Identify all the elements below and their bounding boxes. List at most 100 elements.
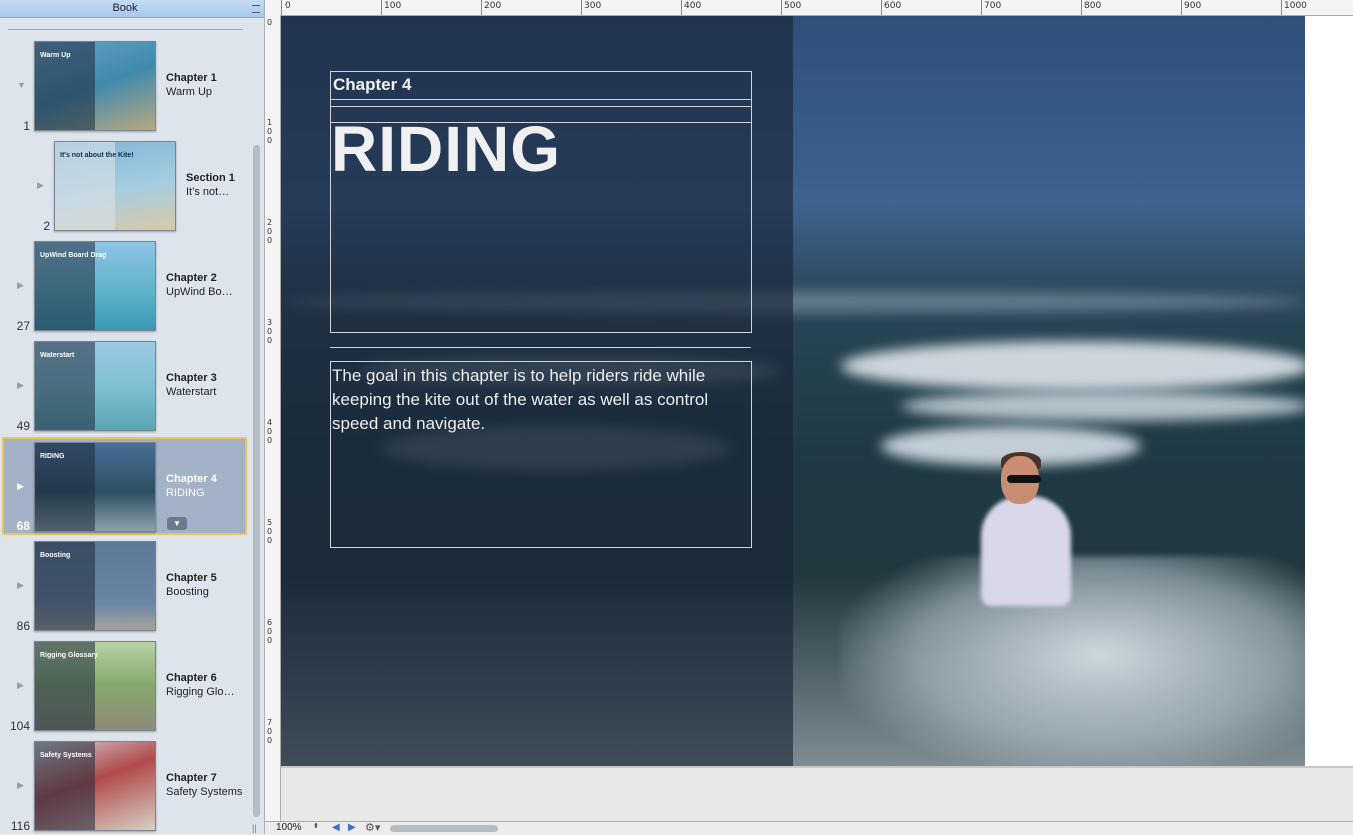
water-spray bbox=[841, 556, 1305, 766]
page-thumbnail[interactable]: Rigging Glossary bbox=[34, 641, 156, 731]
sunglasses bbox=[1007, 475, 1041, 483]
sidebar-header: Book bbox=[0, 0, 264, 18]
ruler-label: 100 bbox=[267, 118, 273, 145]
disclosure-triangle-icon[interactable]: ▶ bbox=[17, 680, 24, 691]
sidebar: Book ▼ 1 Warm Up Chapter 1 Warm Up ▶ 2 I… bbox=[0, 0, 265, 834]
item-label: Chapter 3 bbox=[166, 372, 217, 384]
page-thumbnail[interactable]: Waterstart bbox=[34, 341, 156, 431]
ruler-label: 1000 bbox=[1284, 1, 1307, 11]
item-sublabel: It’s not… bbox=[186, 186, 230, 198]
page-canvas[interactable]: Chapter 4 RIDING The goal in this chapte… bbox=[281, 16, 1353, 766]
previous-page-button[interactable]: ◀ bbox=[332, 822, 340, 833]
page-number: 2 bbox=[43, 219, 50, 233]
item-sublabel: Safety Systems bbox=[166, 786, 243, 798]
disclosure-triangle-icon[interactable]: ▶ bbox=[17, 780, 24, 791]
item-label: Chapter 4 bbox=[166, 473, 217, 485]
ruler-label: 600 bbox=[884, 1, 902, 11]
item-label: Section 1 bbox=[186, 172, 235, 184]
ruler-label: 700 bbox=[984, 1, 1002, 11]
thumbnail-title: Safety Systems bbox=[40, 752, 92, 759]
ruler-label: 500 bbox=[267, 518, 273, 545]
chapter-title[interactable]: RIDING bbox=[331, 112, 561, 186]
background-photo[interactable]: Chapter 4 RIDING The goal in this chapte… bbox=[281, 16, 1305, 766]
item-label: Chapter 5 bbox=[166, 572, 217, 584]
chapter-label[interactable]: Chapter 4 bbox=[333, 75, 411, 95]
thumbnail-title: Waterstart bbox=[40, 352, 75, 359]
sidebar-item-chapter-1[interactable]: ▼ 1 Warm Up Chapter 1 Warm Up bbox=[2, 37, 247, 133]
thumbnail-title: UpWind Board Drag bbox=[40, 252, 107, 259]
disclosure-triangle-icon[interactable]: ▶ bbox=[17, 580, 24, 591]
description-textbox[interactable]: The goal in this chapter is to help ride… bbox=[330, 361, 752, 548]
sidebar-item-chapter-4[interactable]: ▶ 68 RIDING Chapter 4 RIDING ▼ bbox=[2, 437, 247, 535]
item-label: Chapter 7 bbox=[166, 772, 217, 784]
disclosure-triangle-icon[interactable]: ▼ bbox=[17, 80, 26, 90]
page-number: 116 bbox=[10, 819, 30, 833]
zoom-level-select[interactable]: 100% bbox=[276, 822, 302, 833]
ruler-label: 700 bbox=[267, 718, 273, 745]
sidebar-divider bbox=[8, 29, 243, 30]
page-thumbnail[interactable]: UpWind Board Drag bbox=[34, 241, 156, 331]
collapse-icon[interactable] bbox=[252, 5, 260, 13]
ruler-label: 0 bbox=[285, 1, 291, 11]
item-label: Chapter 1 bbox=[166, 72, 217, 84]
item-menu-button[interactable]: ▼ bbox=[167, 517, 187, 530]
thumbnail-title: Warm Up bbox=[40, 52, 71, 59]
page-number: 27 bbox=[16, 319, 30, 333]
next-page-button[interactable]: ▶ bbox=[348, 822, 356, 833]
ruler-label: 100 bbox=[384, 1, 402, 11]
thumbnail-title: Boosting bbox=[40, 552, 71, 559]
page-thumbnail[interactable]: Boosting bbox=[34, 541, 156, 631]
item-sublabel: Warm Up bbox=[166, 86, 213, 98]
page-thumbnail[interactable]: RIDING bbox=[34, 442, 156, 532]
sidebar-item-chapter-2[interactable]: ▶ 27 UpWind Board Drag Chapter 2 UpWind … bbox=[2, 237, 247, 333]
page-number: 68 bbox=[16, 519, 30, 533]
disclosure-triangle-icon[interactable]: ▶ bbox=[17, 380, 24, 391]
ruler-label: 0 bbox=[267, 18, 273, 27]
chapter-description[interactable]: The goal in this chapter is to help ride… bbox=[332, 364, 747, 436]
sidebar-item-chapter-5[interactable]: ▶ 86 Boosting Chapter 5 Boosting bbox=[2, 537, 247, 633]
thumbnail-title: It's not about the Kite! bbox=[60, 152, 134, 159]
ruler-label: 300 bbox=[267, 318, 273, 345]
page-number: 1 bbox=[23, 119, 30, 133]
ruler-label: 500 bbox=[784, 1, 802, 11]
sidebar-item-chapter-7[interactable]: ▶ 116 Safety Systems Chapter 7 Safety Sy… bbox=[2, 737, 247, 833]
divider bbox=[330, 347, 751, 348]
page-number: 104 bbox=[9, 719, 30, 733]
dark-overlay-panel[interactable]: Chapter 4 RIDING The goal in this chapte… bbox=[281, 16, 793, 766]
item-sublabel: Boosting bbox=[166, 586, 209, 598]
ruler-label: 600 bbox=[267, 618, 273, 645]
ruler-label: 800 bbox=[1084, 1, 1102, 11]
sidebar-item-section-1[interactable]: ▶ 2 It's not about the Kite! Section 1 I… bbox=[2, 137, 247, 233]
gear-icon[interactable]: ⚙▾ bbox=[365, 821, 380, 834]
horizontal-scroll-thumb[interactable] bbox=[390, 825, 498, 832]
zoom-stepper-icon[interactable]: ⬍ bbox=[313, 822, 319, 830]
item-sublabel: RIDING bbox=[166, 487, 205, 499]
ruler-label: 900 bbox=[1184, 1, 1202, 11]
sidebar-scroll-thumb[interactable] bbox=[253, 145, 260, 817]
disclosure-triangle-icon[interactable]: ▶ bbox=[37, 180, 44, 191]
item-label: Chapter 2 bbox=[166, 272, 217, 284]
rider-figure bbox=[981, 496, 1071, 606]
chapter-title-textbox[interactable]: Chapter 4 RIDING bbox=[330, 71, 752, 333]
item-sublabel: Waterstart bbox=[166, 386, 217, 398]
item-sublabel: UpWind Bo… bbox=[166, 286, 233, 298]
thumbnail-title: RIDING bbox=[40, 453, 65, 460]
resize-grip-icon[interactable]: || bbox=[252, 823, 257, 833]
ruler-label: 200 bbox=[484, 1, 502, 11]
sidebar-item-chapter-3[interactable]: ▶ 49 Waterstart Chapter 3 Waterstart bbox=[2, 337, 247, 433]
vertical-ruler: 0 100 200 300 400 500 600 700 bbox=[265, 15, 281, 821]
page-thumbnail[interactable]: It's not about the Kite! bbox=[54, 141, 176, 231]
disclosure-triangle-icon[interactable]: ▶ bbox=[17, 280, 24, 291]
page-thumbnail[interactable]: Safety Systems bbox=[34, 741, 156, 831]
disclosure-triangle-icon[interactable]: ▶ bbox=[17, 481, 24, 492]
ruler-label: 300 bbox=[584, 1, 602, 11]
page-thumbnail[interactable]: Warm Up bbox=[34, 41, 156, 131]
page-number: 86 bbox=[16, 619, 30, 633]
sidebar-title: Book bbox=[112, 2, 138, 14]
ruler-label: 400 bbox=[684, 1, 702, 11]
sidebar-item-chapter-6[interactable]: ▶ 104 Rigging Glossary Chapter 6 Rigging… bbox=[2, 637, 247, 733]
page-number: 49 bbox=[16, 419, 30, 433]
horizontal-ruler: 0 100 200 300 400 500 600 700 800 900 10… bbox=[265, 0, 1353, 16]
item-sublabel: Rigging Glo… bbox=[166, 686, 235, 698]
item-label: Chapter 6 bbox=[166, 672, 217, 684]
